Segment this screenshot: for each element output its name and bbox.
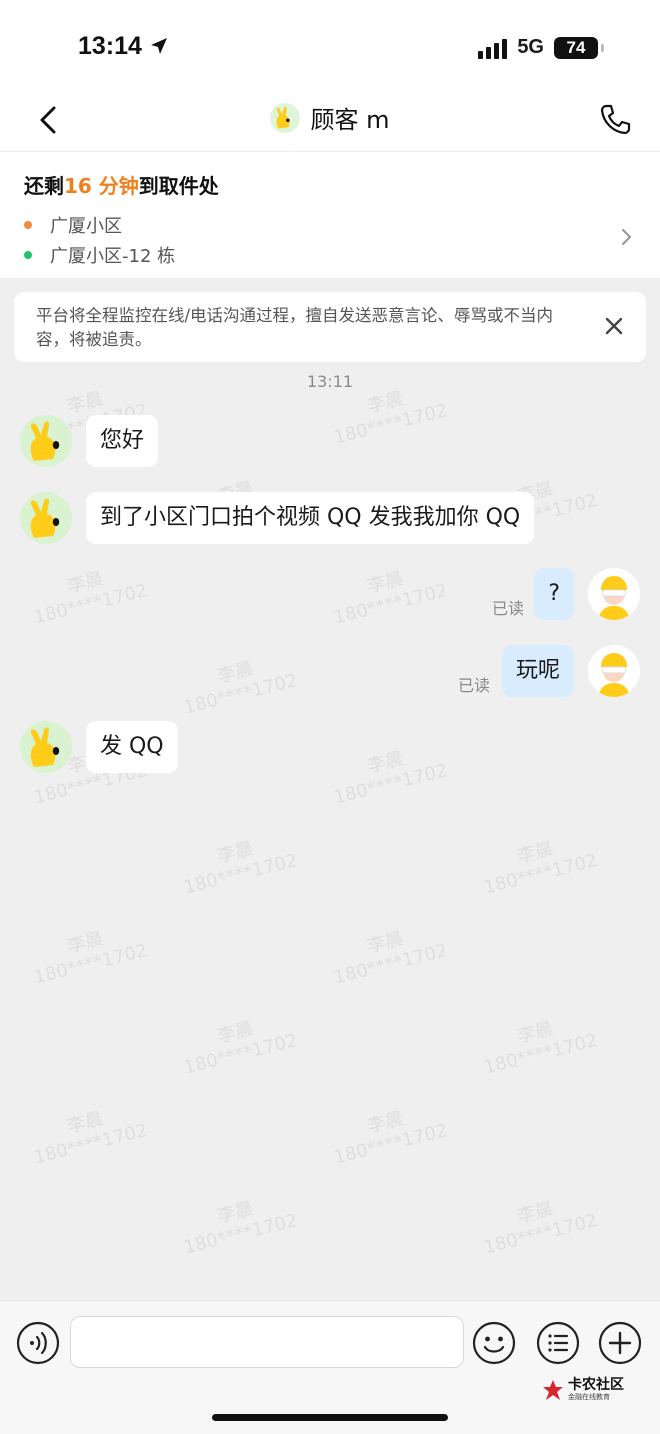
- voice-icon[interactable]: [16, 1321, 60, 1365]
- watermark: 李晨180****1702: [481, 1018, 600, 1079]
- rider-avatar[interactable]: [588, 645, 640, 697]
- rider-avatar[interactable]: [588, 568, 640, 620]
- rider-avatar-icon: [588, 645, 640, 697]
- watermark: 李晨180****1702: [181, 1198, 300, 1259]
- signal-icon: [478, 37, 508, 59]
- customer-avatar[interactable]: [20, 721, 72, 773]
- mascot-icon: [30, 498, 60, 538]
- brand-logo-icon: [543, 1379, 563, 1400]
- nav-title: 顾客 m: [310, 106, 390, 134]
- watermark: 李晨180****1702: [331, 748, 450, 809]
- status-indicators: 5G 74: [478, 36, 604, 59]
- delivery-address: 广厦小区-12 栋: [50, 246, 176, 267]
- message-bubble-self[interactable]: ?: [534, 568, 574, 620]
- watermark: 李晨180****1702: [181, 1018, 300, 1079]
- pickup-address-row: 广厦小区: [24, 212, 122, 238]
- home-indicator[interactable]: [212, 1414, 448, 1421]
- watermark: 李晨180****1702: [481, 838, 600, 899]
- eta-minutes: 16 分钟: [64, 174, 139, 198]
- close-icon[interactable]: [602, 314, 626, 338]
- watermark: 李晨180****1702: [331, 1108, 450, 1169]
- order-eta: 还剩16 分钟到取件处: [24, 174, 219, 198]
- brand-watermark: 卡农社区 金融在线教育: [542, 1378, 624, 1401]
- network-type: 5G: [517, 36, 544, 58]
- mascot-icon: [30, 421, 60, 461]
- brand-tagline: 金融在线教育: [568, 1393, 610, 1401]
- location-arrow-icon: [150, 38, 167, 54]
- emoji-icon[interactable]: [472, 1321, 516, 1365]
- phone-icon[interactable]: [598, 102, 632, 136]
- read-status: 已读: [457, 676, 490, 695]
- contact-avatar: [270, 102, 301, 133]
- nav-title-group: 顾客 m: [0, 100, 660, 135]
- message-bubble-self[interactable]: 玩呢: [501, 645, 574, 697]
- time-separator: 13:11: [306, 372, 354, 391]
- message-bubble[interactable]: 到了小区门口拍个视频 QQ 发我我加你 QQ: [86, 492, 535, 544]
- delivery-address-row: 广厦小区-12 栋: [24, 242, 175, 268]
- pickup-address: 广厦小区: [50, 216, 122, 237]
- watermark: 李晨180****1702: [181, 838, 300, 899]
- mascot-icon: [276, 106, 291, 128]
- watermark: 李晨180****1702: [331, 928, 450, 989]
- input-bar: [0, 1300, 660, 1384]
- delivery-dot: [24, 251, 32, 259]
- customer-avatar[interactable]: [20, 415, 72, 467]
- list-icon[interactable]: [536, 1321, 580, 1365]
- watermark: 李晨180****1702: [31, 568, 150, 629]
- message-bubble[interactable]: 您好: [86, 415, 159, 467]
- notice-text: 平台将全程监控在线/电话沟通过程，擅自发送恶意言论、辱骂或不当内容，将被追责。: [36, 306, 554, 349]
- watermark: 李晨180****1702: [181, 658, 300, 719]
- watermark: 李晨180****1702: [31, 928, 150, 989]
- watermark: 李晨180****1702: [331, 568, 450, 629]
- status-time: 13:14: [78, 32, 169, 61]
- message-input[interactable]: [70, 1316, 464, 1368]
- bottom-area: 卡农社区 金融在线教育: [0, 1378, 660, 1434]
- mascot-icon: [30, 727, 60, 767]
- customer-avatar[interactable]: [20, 492, 72, 544]
- read-status: 已读: [491, 599, 524, 618]
- status-bar: 13:14 5G 74: [0, 0, 660, 90]
- pickup-dot: [24, 221, 32, 229]
- monitoring-notice: 平台将全程监控在线/电话沟通过程，擅自发送恶意言论、辱骂或不当内容，将被追责。: [14, 292, 646, 362]
- nav-bar: 顾客 m: [0, 90, 660, 152]
- plus-icon[interactable]: [598, 1321, 642, 1365]
- watermark: 李晨180****1702: [31, 1108, 150, 1169]
- order-panel[interactable]: 还剩16 分钟到取件处 广厦小区 广厦小区-12 栋: [0, 152, 660, 278]
- rider-avatar-icon: [588, 568, 640, 620]
- watermark: 李晨180****1702: [481, 1198, 600, 1259]
- battery-icon: 74: [554, 36, 604, 59]
- chevron-right-icon[interactable]: [618, 224, 636, 250]
- chat-area[interactable]: 李晨180****1702 李晨180****1702 李晨180****170…: [0, 362, 660, 1300]
- message-bubble[interactable]: 发 QQ: [86, 721, 178, 773]
- brand-name: 卡农社区: [568, 1377, 624, 1393]
